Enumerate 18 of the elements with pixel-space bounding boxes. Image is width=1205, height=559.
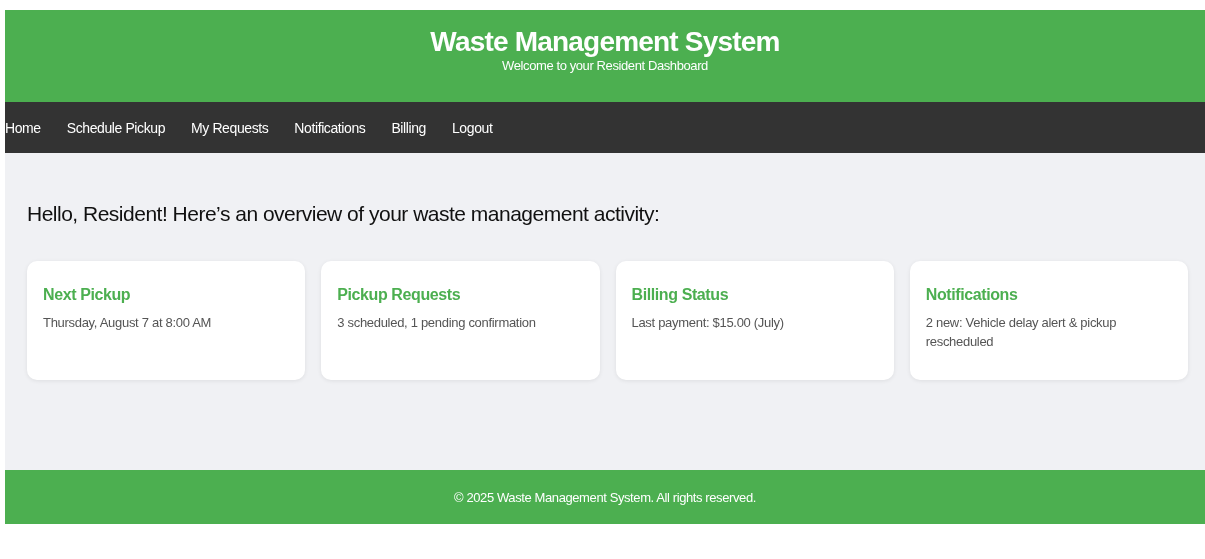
nav-link[interactable]: Home bbox=[5, 119, 54, 136]
card-title: Billing Status bbox=[631, 285, 730, 305]
card-text: 2 new: Vehicle delay alert & pickup rescheduled bbox=[925, 314, 1118, 351]
copyright-text: © 2025 Waste Management System. All rights reserved. bbox=[454, 489, 756, 505]
nav-link[interactable]: Schedule Pickup bbox=[53, 119, 179, 136]
card-title: Notifications bbox=[925, 285, 1019, 305]
nav-link[interactable]: Notifications bbox=[281, 119, 379, 136]
card-title: Next Pickup bbox=[43, 285, 132, 305]
site-subtitle: Welcome to your Resident Dashboard bbox=[501, 58, 709, 74]
nav-link[interactable]: Logout bbox=[438, 119, 506, 136]
greeting-text: Hello, Resident! Here’s an overview of your waste management activity: bbox=[27, 201, 661, 227]
card-text: Last payment: $15.00 (July) bbox=[631, 314, 785, 332]
nav-link[interactable]: My Requests bbox=[178, 119, 282, 136]
card-title: Pickup Requests bbox=[337, 285, 462, 305]
nav-link[interactable]: Billing bbox=[378, 119, 439, 136]
card-text: 3 scheduled, 1 pending confirmation bbox=[337, 314, 537, 332]
site-title: Waste Management System bbox=[429, 26, 781, 58]
card-text: Thursday, August 7 at 8:00 AM bbox=[43, 314, 213, 332]
